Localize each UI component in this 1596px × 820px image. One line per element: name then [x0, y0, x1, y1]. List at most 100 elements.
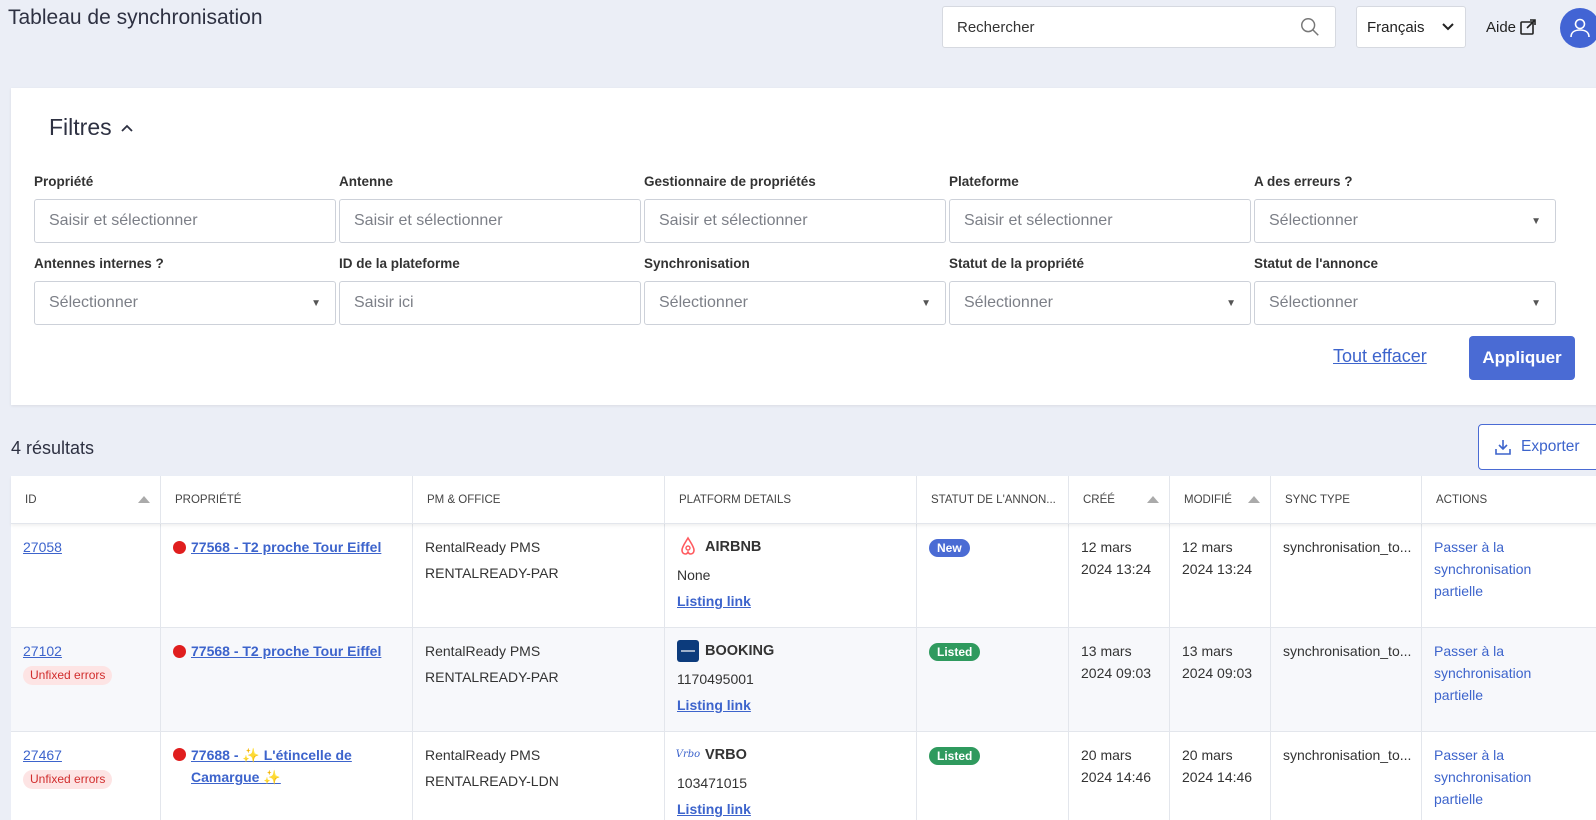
created-time: 2024 09:03 [1081, 665, 1152, 681]
cell-property: 77568 - T2 proche Tour Eiffel [161, 524, 413, 627]
action-text: Passer à la [1434, 643, 1505, 659]
column-header-sync-type: SYNC TYPE [1271, 476, 1422, 523]
cell-pm-office: RentalReady PMS RENTALREADY-PAR [413, 628, 665, 731]
help-link[interactable]: Aide [1486, 18, 1537, 36]
status-badge: Listed [929, 747, 981, 765]
cell-pm-office: RentalReady PMS RENTALREADY-PAR [413, 524, 665, 627]
property-link[interactable]: 77688 - ✨ L'étincelle de [191, 747, 352, 763]
filters-panel: Filtres Propriété Saisir et sélectionner… [11, 88, 1596, 405]
platform-name: BOOKING [705, 643, 775, 659]
modified-time: 2024 14:46 [1182, 769, 1253, 785]
filter-propriete-input[interactable]: Saisir et sélectionner [34, 199, 336, 243]
filter-plateforme: Plateforme Saisir et sélectionner [949, 174, 1251, 243]
column-label: ACTIONS [1436, 493, 1488, 506]
filter-antennes-internes-select[interactable]: Sélectionner ▼ [34, 281, 336, 325]
apply-button[interactable]: Appliquer [1469, 336, 1575, 380]
office-name: RENTALREADY-LDN [425, 773, 559, 789]
clear-all-button[interactable]: Tout effacer [1333, 346, 1427, 367]
user-icon [1570, 18, 1590, 38]
property-link[interactable]: 77568 - T2 proche Tour Eiffel [191, 643, 381, 659]
column-label: PROPRIÉTÉ [175, 493, 242, 506]
platform-name-row: AIRBNB [677, 536, 906, 558]
filter-erreurs-select[interactable]: Sélectionner ▼ [1254, 199, 1556, 243]
export-button[interactable]: Exporter [1478, 424, 1596, 470]
user-avatar[interactable] [1560, 8, 1596, 48]
status-badge: Listed [929, 643, 981, 661]
airbnb-logo-icon [677, 536, 699, 558]
filter-label: Statut de l'annonce [1254, 256, 1378, 271]
cell-property: 77688 - ✨ L'étincelle de Camargue ✨ [161, 732, 413, 820]
platform-id: 1170495001 [677, 671, 754, 687]
partial-sync-action[interactable]: Passer à la synchronisation partielle [1422, 524, 1596, 627]
filter-antenne-input[interactable]: Saisir et sélectionner [339, 199, 641, 243]
filter-synchronisation: Synchronisation Sélectionner ▼ [644, 256, 946, 325]
column-header-id[interactable]: ID [11, 476, 161, 523]
filter-gestionnaire-input[interactable]: Saisir et sélectionner [644, 199, 946, 243]
search-box[interactable] [942, 6, 1336, 48]
column-label: PLATFORM DETAILS [679, 493, 792, 506]
filters-toggle[interactable]: Filtres [49, 114, 134, 141]
property-link-cont[interactable]: Camargue ✨ [191, 769, 281, 785]
filter-statut-annonce-select[interactable]: Sélectionner ▼ [1254, 281, 1556, 325]
help-label: Aide [1486, 18, 1517, 36]
cell-id: 27058 [11, 524, 161, 627]
modified-time: 2024 13:24 [1182, 561, 1253, 577]
filter-label: A des erreurs ? [1254, 174, 1353, 189]
caret-down-icon: ▼ [1226, 297, 1236, 309]
cell-status: Listed [917, 732, 1069, 820]
filter-id-plateforme-input[interactable]: Saisir ici [339, 281, 641, 325]
cell-platform: AIRBNB None Listing link [665, 524, 917, 627]
platform-id: 103471015 [677, 775, 748, 791]
chevron-down-icon [1442, 23, 1454, 31]
cell-created: 20 mars 2024 14:46 [1069, 732, 1170, 820]
platform-name-row: BOOKING [677, 640, 906, 662]
platform-name: AIRBNB [705, 539, 762, 555]
cell-modified: 20 mars 2024 14:46 [1170, 732, 1271, 820]
office-name: RENTALREADY-PAR [425, 565, 559, 581]
filter-propriete: Propriété Saisir et sélectionner [34, 174, 336, 243]
table-row: 27058 77568 - T2 proche Tour Eiffel Rent… [11, 524, 1596, 628]
row-id-link[interactable]: 27102 [23, 643, 62, 659]
sort-up-icon [1147, 496, 1159, 503]
listing-link[interactable]: Listing link [677, 694, 751, 716]
unfixed-errors-badge: Unfixed errors [23, 770, 113, 789]
action-text: synchronisation [1434, 561, 1532, 577]
language-select[interactable]: Français [1356, 6, 1466, 48]
listing-link[interactable]: Listing link [677, 798, 751, 820]
error-dot-icon [173, 748, 186, 761]
partial-sync-action[interactable]: Passer à la synchronisation partielle [1422, 628, 1596, 731]
filter-plateforme-input[interactable]: Saisir et sélectionner [949, 199, 1251, 243]
cell-created: 13 mars 2024 09:03 [1069, 628, 1170, 731]
cell-modified: 12 mars 2024 13:24 [1170, 524, 1271, 627]
row-id-link[interactable]: 27467 [23, 747, 62, 763]
created-time: 2024 14:46 [1081, 769, 1152, 785]
row-id-link[interactable]: 27058 [23, 539, 62, 555]
search-input[interactable] [957, 18, 1299, 36]
cell-id: 27102 Unfixed errors [11, 628, 161, 731]
filter-label: Antennes internes ? [34, 256, 164, 271]
unfixed-errors-badge: Unfixed errors [23, 666, 113, 685]
filter-placeholder: Sélectionner [964, 294, 1053, 311]
partial-sync-action[interactable]: Passer à la synchronisation partielle [1422, 732, 1596, 820]
search-icon[interactable] [1299, 16, 1321, 38]
property-link[interactable]: 77568 - T2 proche Tour Eiffel [191, 539, 381, 555]
error-dot-icon [173, 644, 186, 658]
platform-id: None [677, 567, 711, 583]
export-label: Exporter [1521, 438, 1580, 455]
filter-antennes-internes: Antennes internes ? Sélectionner ▼ [34, 256, 336, 325]
action-text: partielle [1434, 791, 1484, 807]
cell-property: 77568 - T2 proche Tour Eiffel [161, 628, 413, 731]
filter-label: Statut de la propriété [949, 256, 1085, 271]
column-header-actions: ACTIONS [1422, 476, 1596, 523]
platform-name-row: Vrbo VRBO [676, 744, 906, 766]
filter-statut-annonce: Statut de l'annonce Sélectionner ▼ [1254, 256, 1556, 325]
cell-status: Listed [917, 628, 1069, 731]
filter-synchronisation-select[interactable]: Sélectionner ▼ [644, 281, 946, 325]
cell-platform: Vrbo VRBO 103471015 Listing link [665, 732, 917, 820]
filter-statut-propriete-select[interactable]: Sélectionner ▼ [949, 281, 1251, 325]
filter-erreurs: A des erreurs ? Sélectionner ▼ [1254, 174, 1556, 243]
column-header-cree[interactable]: CRÉÉ [1069, 476, 1170, 523]
listing-link[interactable]: Listing link [677, 590, 751, 612]
cell-created: 12 mars 2024 13:24 [1069, 524, 1170, 627]
column-header-modifie[interactable]: MODIFIÉ [1170, 476, 1271, 523]
